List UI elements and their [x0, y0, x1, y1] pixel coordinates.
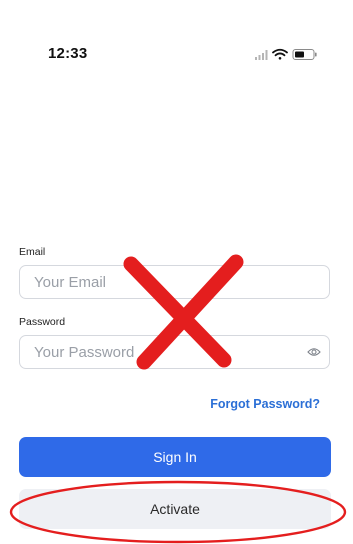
- status-bar: 12:33: [0, 0, 353, 110]
- password-field[interactable]: Your Password: [19, 335, 330, 369]
- battery-icon: [292, 49, 317, 60]
- activate-label: Activate: [150, 501, 200, 517]
- wifi-icon: [272, 48, 288, 60]
- email-label: Email: [19, 246, 46, 258]
- eye-icon[interactable]: [307, 346, 321, 358]
- login-screen: 12:33 Email Your Email Password Your Pas…: [0, 0, 353, 544]
- email-field[interactable]: Your Email: [19, 265, 330, 299]
- forgot-password-link[interactable]: Forgot Password?: [210, 397, 320, 411]
- sign-in-button[interactable]: Sign In: [19, 437, 331, 477]
- email-placeholder: Your Email: [34, 274, 106, 291]
- password-placeholder: Your Password: [34, 344, 135, 361]
- activate-button[interactable]: Activate: [19, 489, 331, 529]
- password-label: Password: [19, 316, 66, 328]
- signal-icon: [255, 50, 268, 60]
- status-time: 12:33: [48, 45, 88, 62]
- sign-in-label: Sign In: [153, 449, 197, 465]
- status-icons: [255, 48, 317, 60]
